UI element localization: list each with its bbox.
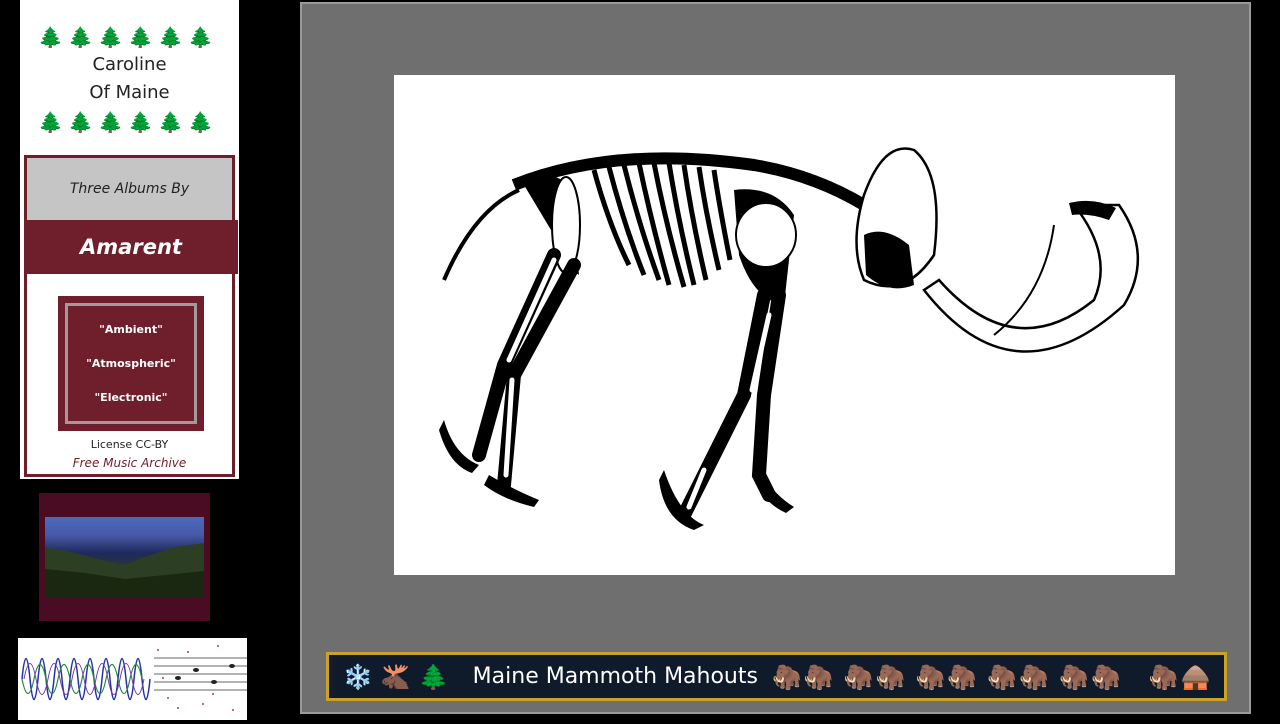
artist-name: Amarent [24,220,238,274]
mammoth-icon: 🦣 [947,662,978,691]
banner-title: Maine Mammoth Mahouts [472,664,758,689]
tree-icon: 🌲 [128,25,153,49]
tree-icon: 🌲 [68,110,93,134]
landscape-image [45,517,204,597]
mammoth-icon: 🦣 [803,662,834,691]
landscape-thumbnail [39,493,210,621]
genre-item: "Electronic" [94,391,168,405]
mammoth-skeleton-illustration [394,75,1175,575]
byline: Three Albums By [27,158,232,220]
genre-list: "Ambient" "Atmospheric" "Electronic" [65,303,197,424]
snowflake-icon: ❄️ [343,662,373,691]
tree-icon: 🌲 [98,25,123,49]
audio-waveform [18,638,247,720]
mammoth-icon: 🦣 [915,662,946,691]
tree-icon: 🌲 [68,25,93,49]
mammoth-icon: 🦣 [1059,662,1089,691]
tree-icon: 🌲 [158,25,183,49]
mammoth-icon: 🦣 [1148,662,1179,691]
mammoth-icon: 🦣 [1019,662,1050,691]
source-link[interactable]: Free Music Archive [27,456,232,470]
mammoth-icon: 🦣 [987,662,1018,691]
tree-icon: 🌲 [128,110,153,134]
license-text: License CC-BY [90,438,169,451]
mammoth-icon: 🦣 [843,662,874,691]
poster-title-line2: Of Maine [89,82,170,103]
mammoth-icon: 🦣 [771,662,802,691]
mammoth-icon: 🦣 [1090,662,1121,691]
tree-icon: 🌲 [188,110,213,134]
tree-row-bottom: 🌲 🌲 🌲 🌲 🌲 🌲 [38,109,213,135]
genre-item: "Atmospheric" [86,356,176,370]
tree-icon: 🌲 [38,110,63,134]
tree-icon: 🌲 [418,662,449,691]
mammoth-icon: 🦣 [875,662,906,691]
moose-icon: 🫎 [380,662,411,691]
tree-icon: 🌲 [38,25,63,49]
channel-banner: ❄️ 🫎 🌲 Maine Mammoth Mahouts 🦣 🦣 🦣 🦣 🦣 🦣… [326,652,1227,701]
tree-icon: 🌲 [158,110,183,134]
tree-icon: 🌲 [98,110,123,134]
tree-icon: 🌲 [188,25,213,49]
tree-row-top: 🌲 🌲 🌲 🌲 🌲 🌲 [38,24,213,50]
mammoth-skeleton-drawing [439,147,1140,530]
poster-title-line1: Caroline [92,54,167,75]
genre-box: "Ambient" "Atmospheric" "Electronic" [58,296,204,431]
album-card: Three Albums By Amarent "Ambient" "Atmos… [24,155,238,477]
genre-item: "Ambient" [99,322,163,336]
image-viewer: ❄️ 🫎 🌲 Maine Mammoth Mahouts 🦣 🦣 🦣 🦣 🦣 🦣… [300,2,1251,714]
hut-icon: 🛖 [1180,662,1211,691]
